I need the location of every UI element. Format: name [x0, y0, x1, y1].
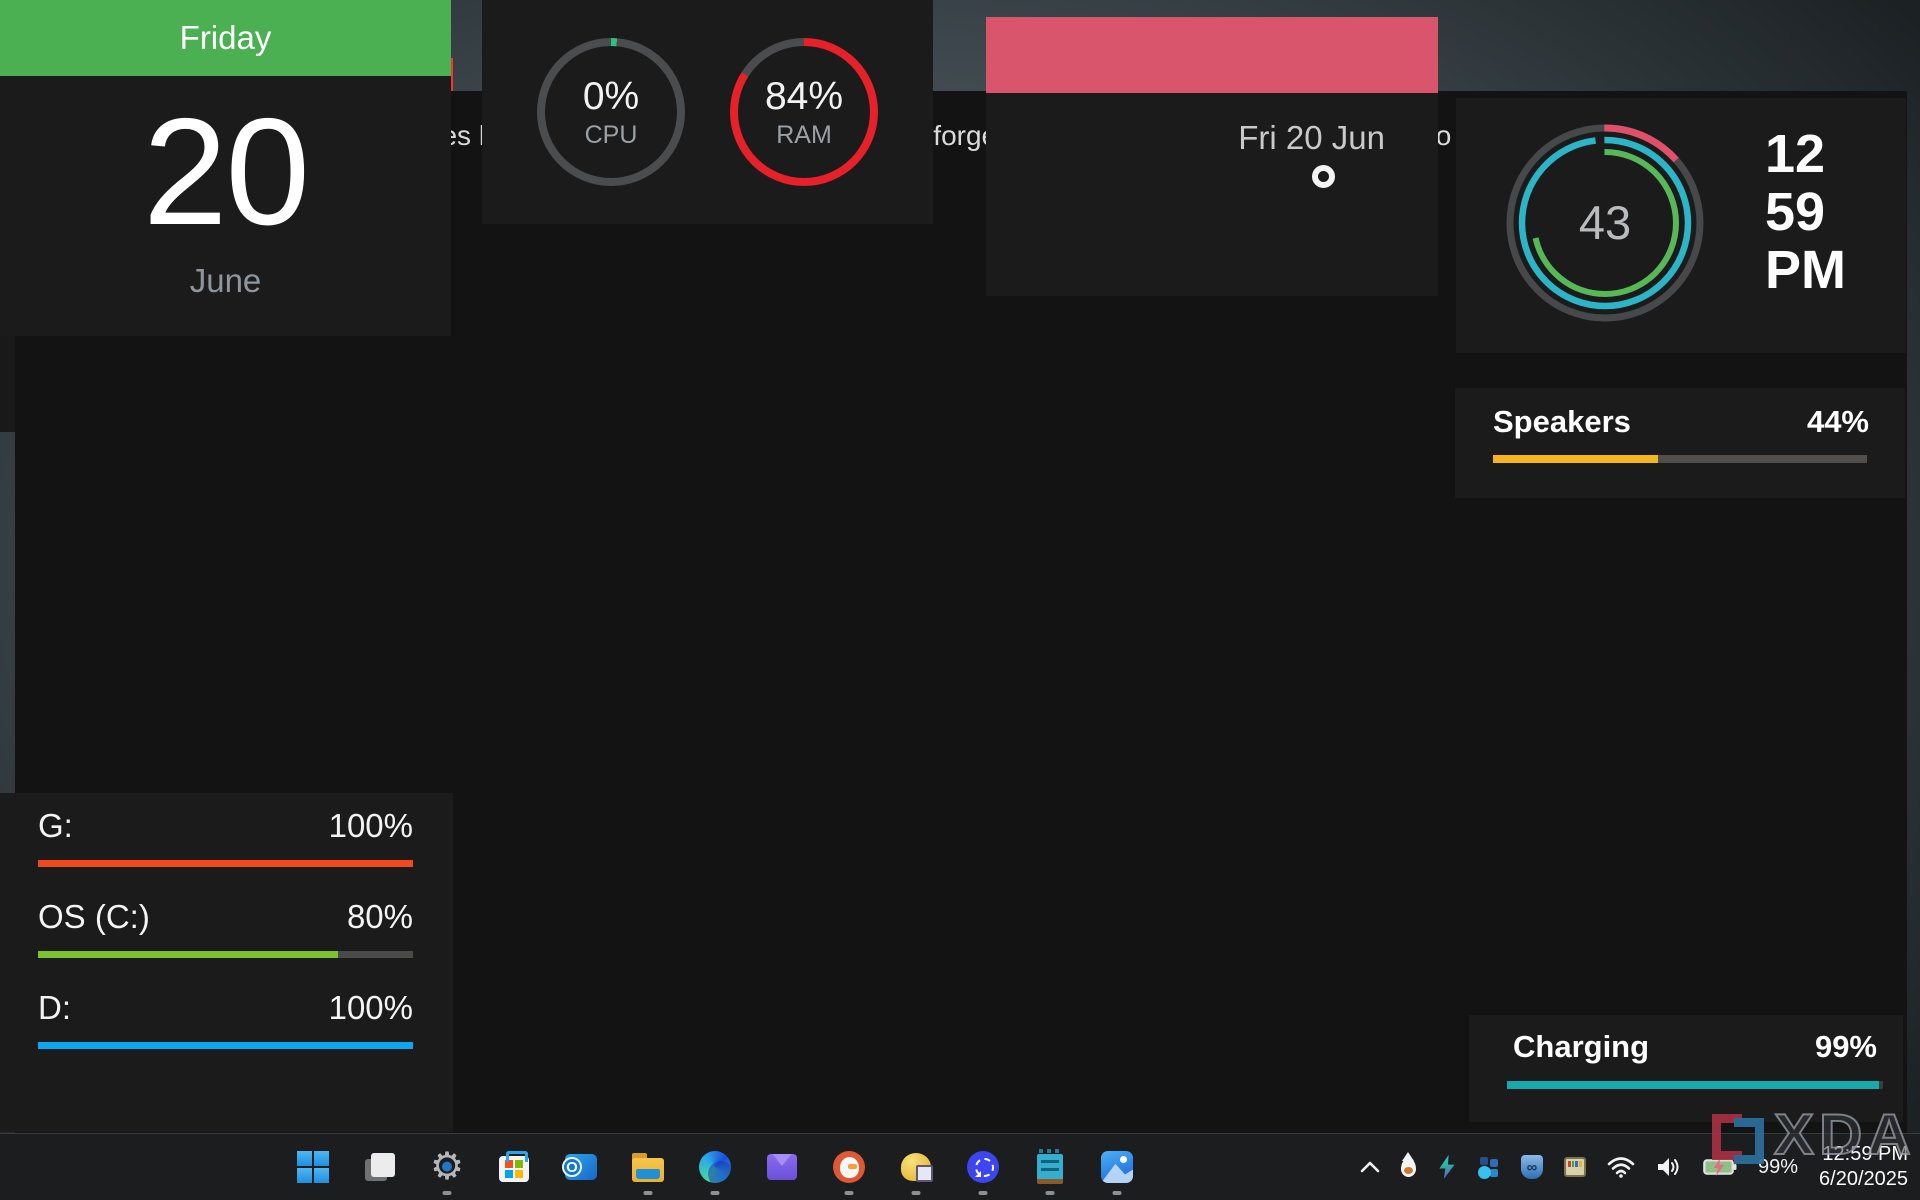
bracket-right-icon — [1734, 1118, 1764, 1164]
task-view-icon[interactable] — [360, 1147, 400, 1187]
clock-minute: 59 — [1765, 183, 1846, 241]
shield-infinity-icon[interactable]: ∞ — [1521, 1155, 1543, 1179]
shell-backup-icon[interactable] — [896, 1147, 936, 1187]
disk-value: 100% — [329, 989, 413, 1027]
app-dots-icon[interactable] — [1478, 1156, 1500, 1178]
disk-label: OS (C:) — [38, 898, 150, 936]
disk-bar-fill — [38, 1042, 413, 1049]
disk-row-c: OS (C:) 80% — [0, 898, 453, 958]
clock-ampm: PM — [1765, 241, 1846, 299]
outlook-icon[interactable]: O — [561, 1147, 601, 1187]
start-button-icon[interactable] — [293, 1147, 333, 1187]
date-widget[interactable]: Fri 20 Jun — [986, 17, 1438, 296]
clock-hour: 12 — [1765, 125, 1846, 183]
signal-icon[interactable] — [963, 1147, 1003, 1187]
duckduckgo-icon[interactable] — [829, 1147, 869, 1187]
taskbar-icons: ⚙ O — [293, 1134, 1137, 1200]
disk-bar-fill — [38, 951, 338, 958]
date-widget-header — [986, 17, 1438, 93]
cpu-label: CPU — [585, 121, 638, 150]
disk-row-d: D: 100% — [0, 989, 453, 1049]
chevron-up-icon[interactable] — [1360, 1161, 1380, 1173]
cpu-ram-widget[interactable]: 0% CPU 84% RAM — [482, 0, 933, 224]
speakers-bar[interactable] — [1493, 455, 1867, 463]
calendar-widget[interactable]: Friday 20 June — [0, 0, 451, 336]
calendar-month: June — [0, 262, 451, 300]
charging-bar-fill — [1507, 1081, 1879, 1089]
charging-bar — [1507, 1081, 1883, 1089]
speakers-bar-fill — [1493, 455, 1658, 463]
disk-label: G: — [38, 807, 73, 845]
watermark-text: XDA — [1774, 1109, 1916, 1161]
disk-value: 100% — [329, 807, 413, 845]
ring-dot-icon — [1312, 165, 1335, 188]
clock-widget[interactable]: 43 12 59 PM — [1456, 98, 1906, 353]
mail-icon[interactable] — [762, 1147, 802, 1187]
photos-icon[interactable] — [1097, 1147, 1137, 1187]
xda-watermark: XDA — [1712, 1108, 1916, 1164]
edge-icon[interactable] — [695, 1147, 735, 1187]
cpu-value: 0% — [583, 75, 639, 119]
ram-label: RAM — [776, 121, 832, 150]
disk-bar-fill — [38, 860, 413, 867]
disk-value: 80% — [347, 898, 413, 936]
charging-label: Charging — [1513, 1029, 1649, 1065]
clock-seconds: 43 — [1555, 195, 1655, 250]
volume-icon[interactable] — [1656, 1156, 1682, 1178]
disk-row-g: G: 100% — [0, 807, 453, 867]
ram-value: 84% — [765, 75, 843, 119]
calendar-day-name: Friday — [0, 0, 451, 76]
disks-widget[interactable]: G: 100% OS (C:) 80% D: 100% — [0, 793, 453, 1132]
charging-value: 99% — [1815, 1029, 1877, 1065]
taskbar: ⚙ O — [0, 1133, 1920, 1200]
speakers-widget[interactable]: Speakers 44% — [1455, 388, 1905, 498]
notepad-icon[interactable] — [1030, 1147, 1070, 1187]
ram-gauge: 84% RAM — [730, 38, 878, 186]
photo-grid-icon[interactable] — [1564, 1157, 1586, 1177]
wifi-icon[interactable] — [1607, 1156, 1635, 1178]
cpu-gauge: 0% CPU — [537, 38, 685, 186]
water-drop-icon[interactable] — [1401, 1158, 1416, 1177]
speakers-value: 44% — [1807, 404, 1869, 440]
clock-time: 12 59 PM — [1765, 125, 1846, 299]
date-widget-date: Fri 20 Jun — [1238, 119, 1385, 157]
calendar-day-number: 20 — [0, 88, 451, 256]
microsoft-store-icon[interactable] — [494, 1147, 534, 1187]
tray-date: 6/20/2025 — [1819, 1167, 1908, 1192]
file-explorer-icon[interactable] — [628, 1147, 668, 1187]
speakers-label: Speakers — [1493, 404, 1631, 440]
disk-label: D: — [38, 989, 71, 1027]
settings-icon[interactable]: ⚙ — [427, 1147, 467, 1187]
lightning-icon[interactable] — [1437, 1155, 1457, 1179]
